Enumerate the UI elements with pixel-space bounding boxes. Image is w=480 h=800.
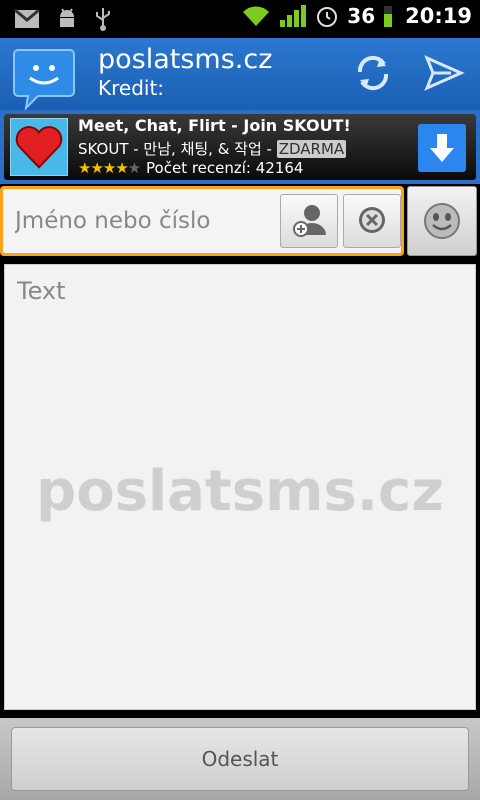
review-count: Počet recenzí: 42164 [146, 159, 304, 177]
bottom-bar: Odeslat [0, 718, 480, 800]
ad-title: Meet, Chat, Flirt - Join SKOUT! [78, 116, 351, 135]
android-debug-icon [60, 8, 74, 27]
refresh-icon[interactable] [350, 50, 396, 96]
add-contact-button[interactable] [280, 194, 338, 248]
clock: 20:19 [405, 4, 472, 28]
smiley-icon [424, 203, 460, 239]
gmail-icon [14, 8, 40, 28]
add-contact-icon [293, 205, 326, 237]
clear-icon [359, 207, 385, 233]
compose-area: poslatsms.cz [0, 184, 480, 718]
download-icon[interactable] [418, 124, 466, 172]
ad-rating: ★★★★★ Počet recenzí: 42164 [78, 159, 303, 177]
clear-recipient-button[interactable] [343, 194, 401, 248]
app-header: poslatsms.cz Kredit: [0, 38, 480, 110]
message-field-wrap: poslatsms.cz [4, 264, 476, 710]
app-title: poslatsms.cz [98, 44, 273, 75]
recipient-field-wrap [0, 186, 404, 256]
signal-icon [280, 5, 307, 27]
app-logo-icon[interactable] [12, 48, 76, 110]
ad-subtitle: SKOUT - 만남, 채팅, & 작업 - ZDARMA [78, 140, 347, 158]
wifi-icon [243, 6, 270, 26]
credit-label: Kredit: [98, 76, 165, 100]
rating-star-empty: ★ [127, 159, 142, 177]
ad-banner[interactable]: Meet, Chat, Flirt - Join SKOUT! SKOUT - … [0, 110, 480, 184]
message-input[interactable] [5, 265, 475, 709]
skout-heart-icon [10, 118, 68, 176]
send-icon[interactable] [421, 50, 467, 96]
free-badge: ZDARMA [276, 140, 347, 158]
battery-icon [384, 6, 393, 27]
battery-level: 36 [347, 4, 376, 28]
send-button[interactable]: Odeslat [11, 727, 469, 791]
status-bar: 36 20:19 [0, 0, 480, 38]
alarm-icon [317, 7, 338, 27]
emoticon-button[interactable] [407, 186, 477, 256]
rating-stars: ★★★★ [78, 159, 129, 177]
usb-icon [96, 8, 110, 31]
recipient-input[interactable] [3, 189, 275, 253]
